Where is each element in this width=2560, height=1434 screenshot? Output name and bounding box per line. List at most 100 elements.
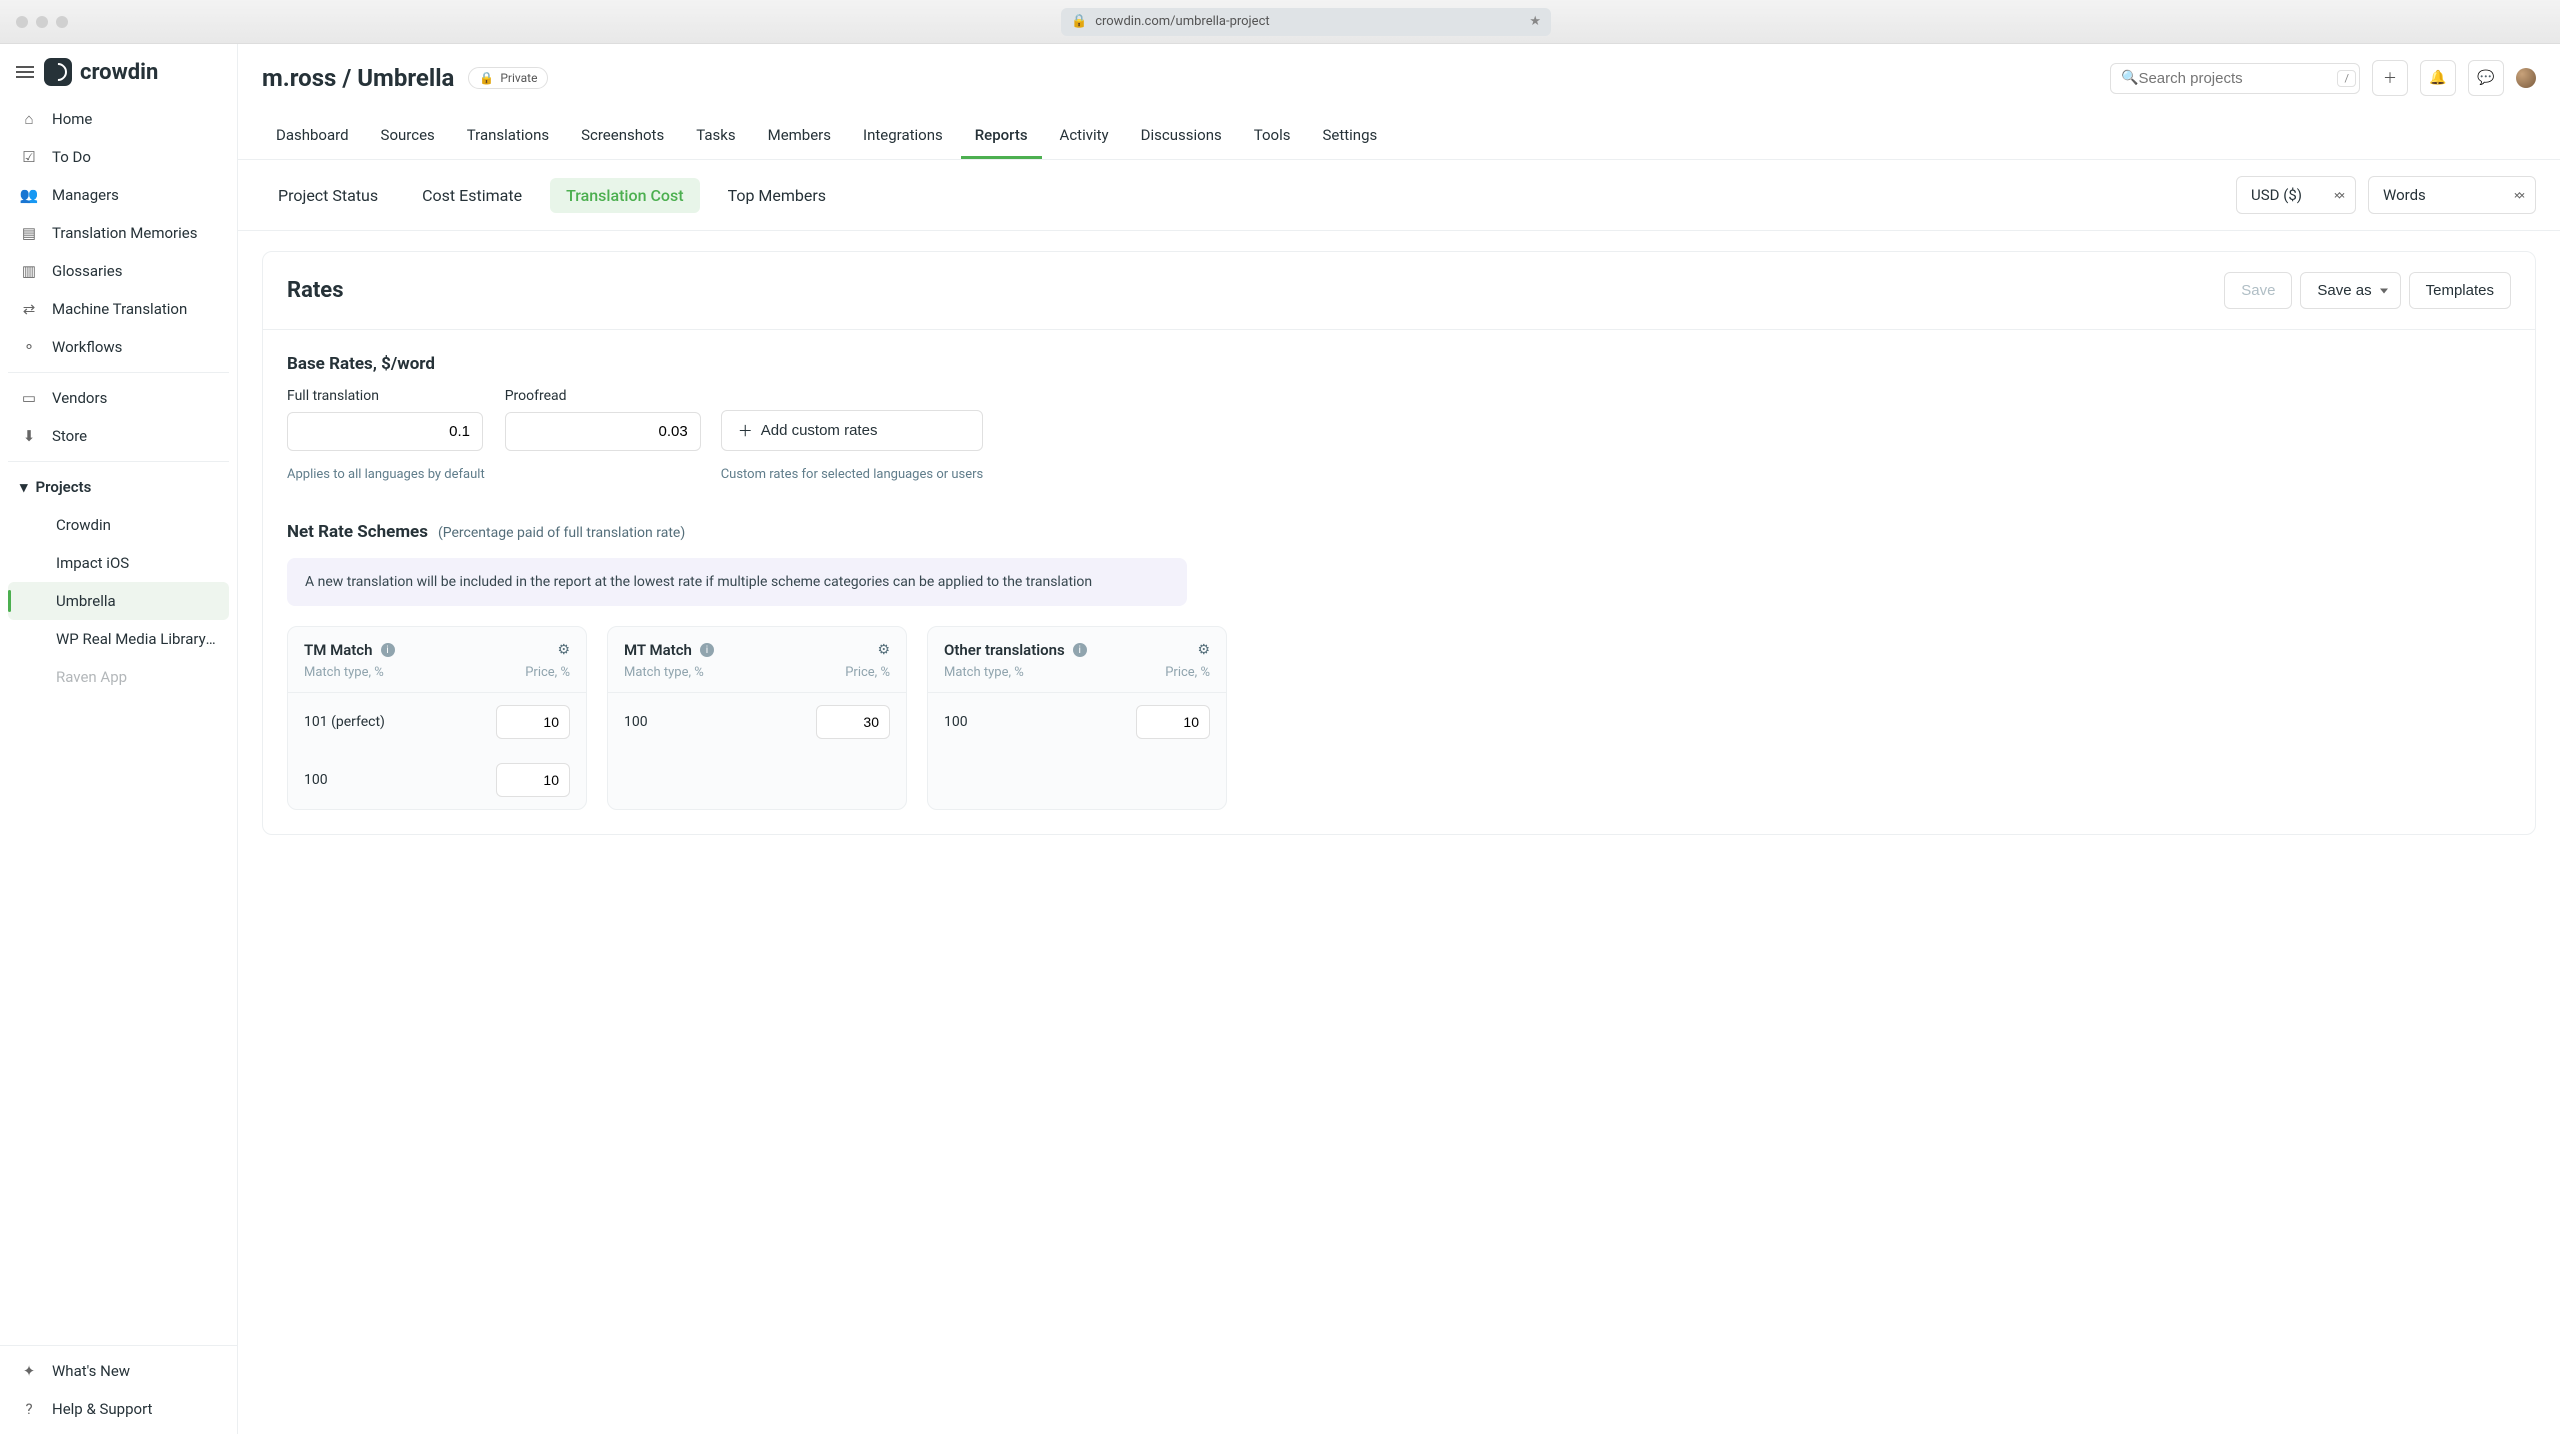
rates-panel: Rates Save Save as Templates Base Rates,…: [262, 251, 2536, 835]
project-item[interactable]: Raven App: [8, 658, 229, 696]
sidebar-item-whatsnew[interactable]: ✦What's New: [8, 1352, 229, 1390]
home-icon: ⌂: [20, 110, 38, 128]
subtab-cost-estimate[interactable]: Cost Estimate: [406, 178, 538, 213]
glossary-icon: ▥: [20, 262, 38, 280]
book-icon: ▤: [20, 224, 38, 242]
tab-dashboard[interactable]: Dashboard: [262, 114, 363, 159]
subtab-translation-cost[interactable]: Translation Cost: [550, 178, 700, 213]
sidebar-item-store[interactable]: ⬇Store: [8, 417, 229, 455]
scheme-row: 101 (perfect): [288, 693, 586, 751]
scheme-row: 100: [928, 693, 1226, 751]
proofread-label: Proofread: [505, 388, 701, 404]
panel-title: Rates: [287, 278, 344, 303]
close-dot[interactable]: [16, 16, 28, 28]
tab-tools[interactable]: Tools: [1240, 114, 1305, 159]
price-input[interactable]: [496, 763, 570, 797]
projects-toggle[interactable]: ▾Projects: [8, 468, 229, 506]
tab-integrations[interactable]: Integrations: [849, 114, 957, 159]
info-banner: A new translation will be included in th…: [287, 558, 1187, 606]
scheme-card-other: Other translations i ⚙ Match type, %Pric…: [927, 626, 1227, 810]
price-input[interactable]: [1136, 705, 1210, 739]
search-shortcut: /: [2337, 70, 2356, 87]
info-icon[interactable]: i: [1073, 643, 1087, 657]
main: m.ross / Umbrella 🔒Private 🔍 / ＋ 🔔 💬 Das…: [238, 44, 2560, 1434]
currency-select[interactable]: USD ($): [2236, 176, 2356, 214]
project-item[interactable]: Crowdin: [8, 506, 229, 544]
tab-tasks[interactable]: Tasks: [682, 114, 749, 159]
chat-icon: 💬: [2477, 70, 2494, 86]
gear-icon[interactable]: ⚙: [877, 642, 890, 658]
hamburger-icon[interactable]: [16, 66, 34, 78]
custom-rates-hint: Custom rates for selected languages or u…: [721, 467, 984, 482]
card-title: TM Match: [304, 641, 373, 659]
logo-mark-icon: [44, 58, 72, 86]
search-input[interactable]: [2138, 70, 2337, 87]
sidebar-item-home[interactable]: ⌂Home: [8, 100, 229, 138]
sidebar-item-managers[interactable]: 👥Managers: [8, 176, 229, 214]
save-as-button[interactable]: Save as: [2300, 272, 2400, 309]
gear-icon[interactable]: ⚙: [1197, 642, 1210, 658]
card-title: Other translations: [944, 641, 1065, 659]
plus-icon: ＋: [738, 420, 753, 441]
zoom-dot[interactable]: [56, 16, 68, 28]
sidebar-item-mt[interactable]: ⇄Machine Translation: [8, 290, 229, 328]
info-icon[interactable]: i: [700, 643, 714, 657]
sidebar-item-glossaries[interactable]: ▥Glossaries: [8, 252, 229, 290]
full-translation-label: Full translation: [287, 388, 485, 404]
notifications-button[interactable]: 🔔: [2420, 60, 2456, 96]
add-button[interactable]: ＋: [2372, 60, 2408, 96]
minimize-dot[interactable]: [36, 16, 48, 28]
base-rates-title: Base Rates, $/word: [287, 354, 2511, 374]
price-input[interactable]: [816, 705, 890, 739]
sidebar-item-help[interactable]: ?Help & Support: [8, 1390, 229, 1428]
url-bar[interactable]: 🔒 crowdin.com/umbrella-project ★: [1061, 8, 1551, 36]
url-text: crowdin.com/umbrella-project: [1095, 14, 1269, 29]
subtab-top-members[interactable]: Top Members: [712, 178, 842, 213]
proofread-input[interactable]: [505, 412, 701, 451]
project-tabs: Dashboard Sources Translations Screensho…: [238, 114, 2560, 160]
bell-icon: 🔔: [2429, 70, 2446, 86]
schemes-subtitle: (Percentage paid of full translation rat…: [438, 525, 685, 541]
help-icon: ?: [20, 1400, 38, 1418]
save-button[interactable]: Save: [2224, 272, 2292, 309]
tab-discussions[interactable]: Discussions: [1127, 114, 1236, 159]
price-input[interactable]: [496, 705, 570, 739]
tab-settings[interactable]: Settings: [1308, 114, 1391, 159]
logo[interactable]: crowdin: [44, 58, 158, 86]
scheme-card-mt: MT Match i ⚙ Match type, %Price, % 100: [607, 626, 907, 810]
breadcrumb: m.ross / Umbrella: [262, 64, 454, 92]
lock-icon: 🔒: [479, 71, 494, 85]
messages-button[interactable]: 💬: [2468, 60, 2504, 96]
browser-chrome: 🔒 crowdin.com/umbrella-project ★: [0, 0, 2560, 44]
project-item[interactable]: Impact iOS: [8, 544, 229, 582]
subtab-project-status[interactable]: Project Status: [262, 178, 394, 213]
unit-select[interactable]: Words: [2368, 176, 2536, 214]
project-item-active[interactable]: Umbrella: [8, 582, 229, 620]
sidebar-item-vendors[interactable]: ▭Vendors: [8, 379, 229, 417]
card-title: MT Match: [624, 641, 692, 659]
tab-screenshots[interactable]: Screenshots: [567, 114, 678, 159]
tab-translations[interactable]: Translations: [453, 114, 563, 159]
add-custom-rates-button[interactable]: ＋Add custom rates: [721, 410, 984, 451]
tab-reports[interactable]: Reports: [961, 114, 1042, 159]
sidebar-item-tm[interactable]: ▤Translation Memories: [8, 214, 229, 252]
sidebar: crowdin ⌂Home ☑To Do 👥Managers ▤Translat…: [0, 44, 238, 1434]
info-icon[interactable]: i: [381, 643, 395, 657]
star-icon[interactable]: ★: [1529, 14, 1541, 29]
gear-icon[interactable]: ⚙: [557, 642, 570, 658]
full-translation-input[interactable]: [287, 412, 483, 451]
tab-members[interactable]: Members: [754, 114, 845, 159]
sidebar-item-todo[interactable]: ☑To Do: [8, 138, 229, 176]
project-item[interactable]: WP Real Media Library (un…: [8, 620, 229, 658]
vendors-icon: ▭: [20, 389, 38, 407]
templates-button[interactable]: Templates: [2409, 272, 2511, 309]
tab-activity[interactable]: Activity: [1046, 114, 1123, 159]
search-input-wrapper[interactable]: 🔍 /: [2110, 63, 2360, 94]
tab-sources[interactable]: Sources: [367, 114, 449, 159]
chevron-down-icon: ▾: [20, 478, 28, 496]
todo-icon: ☑: [20, 148, 38, 166]
lock-icon: 🔒: [1071, 14, 1087, 29]
sidebar-item-workflows[interactable]: ⚬Workflows: [8, 328, 229, 366]
scheme-row: 100: [288, 751, 586, 809]
avatar[interactable]: [2516, 68, 2536, 88]
